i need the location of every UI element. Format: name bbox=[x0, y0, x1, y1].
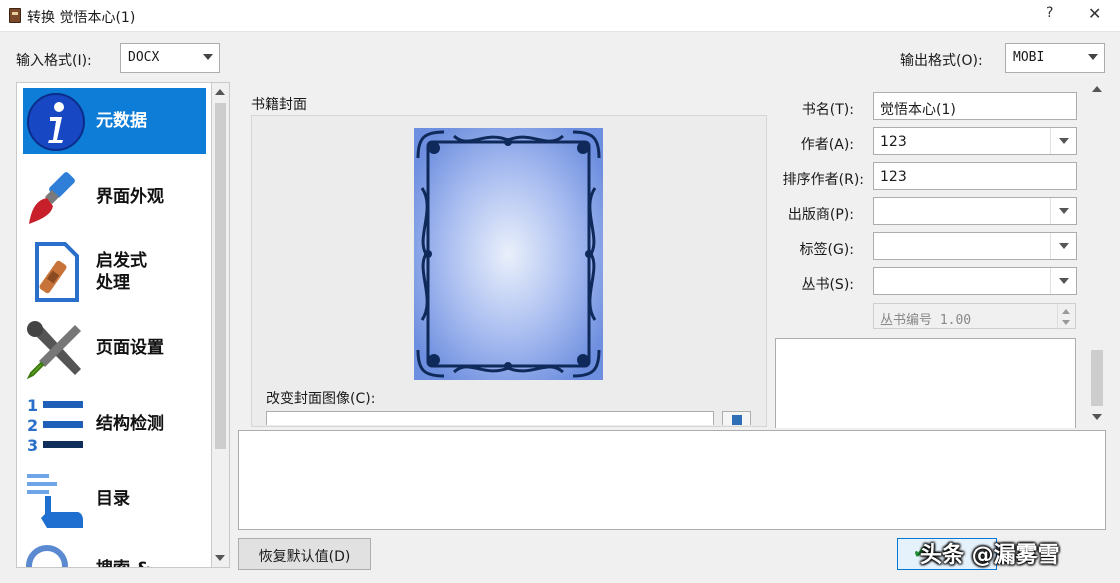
sidebar-item-structure[interactable]: 1 2 3 结构检测 bbox=[17, 391, 211, 457]
sidebar-item-label: 元数据 bbox=[96, 111, 147, 131]
sidebar-item-heuristics[interactable]: 启发式 处理 bbox=[17, 238, 211, 318]
tags-dropdown[interactable] bbox=[1050, 233, 1076, 259]
author-label: 作者(A): bbox=[800, 137, 854, 153]
author-value: 123 bbox=[880, 134, 907, 150]
search-icon bbox=[26, 545, 68, 567]
scroll-down-icon[interactable] bbox=[1092, 414, 1102, 420]
help-icon[interactable]: ? bbox=[1046, 5, 1053, 21]
paintbrush-icon bbox=[29, 172, 75, 224]
series-dropdown[interactable] bbox=[1050, 268, 1076, 294]
document-bandage-icon bbox=[35, 242, 79, 302]
info-icon bbox=[27, 93, 85, 151]
output-format-label: 输出格式(O): bbox=[900, 53, 983, 69]
restore-defaults-button[interactable]: 恢复默认值(D) bbox=[238, 538, 371, 570]
content-scrollbar[interactable] bbox=[1088, 82, 1106, 428]
scroll-thumb[interactable] bbox=[1091, 350, 1103, 406]
close-icon[interactable]: ✕ bbox=[1088, 4, 1101, 23]
sidebar-item-label: 目录 bbox=[96, 489, 130, 509]
numbered-list-icon: 1 2 3 bbox=[27, 396, 83, 455]
output-format-select[interactable]: MOBI bbox=[1005, 43, 1105, 73]
series-index-spinbox[interactable]: 丛书编号 1.00 bbox=[873, 303, 1076, 330]
sidebar-item-label: 界面外观 bbox=[96, 187, 164, 207]
scroll-down-icon[interactable] bbox=[215, 555, 225, 561]
scroll-up-icon[interactable] bbox=[215, 89, 225, 95]
sidebar-item-look-feel[interactable]: 界面外观 bbox=[17, 164, 211, 230]
publisher-field[interactable] bbox=[873, 197, 1077, 225]
help-text-area bbox=[238, 430, 1106, 530]
spin-arrows-icon[interactable] bbox=[1057, 304, 1075, 330]
chevron-down-icon bbox=[1059, 208, 1069, 214]
sidebar-item-page-setup[interactable]: 页面设置 bbox=[17, 315, 211, 381]
sidebar-item-label: 搜索 & bbox=[96, 558, 151, 567]
series-index-value: 丛书编号 1.00 bbox=[880, 313, 972, 328]
sidebar-item-label: 启发式 处理 bbox=[96, 251, 147, 293]
publisher-label: 出版商(P): bbox=[787, 207, 854, 223]
sidebar-item-label: 结构检测 bbox=[96, 414, 164, 434]
pointer-hand-icon bbox=[27, 474, 83, 528]
input-format-label: 输入格式(I): bbox=[16, 53, 92, 69]
sidebar-item-label: 页面设置 bbox=[96, 338, 164, 358]
svg-text:2: 2 bbox=[27, 416, 38, 435]
author-sort-value: 123 bbox=[880, 169, 907, 185]
tools-icon bbox=[26, 321, 81, 379]
scroll-up-icon[interactable] bbox=[1092, 86, 1102, 92]
change-cover-label: 改变封面图像(C): bbox=[266, 391, 376, 407]
cover-path-input[interactable] bbox=[266, 411, 714, 425]
tags-label: 标签(G): bbox=[799, 242, 855, 258]
author-sort-field[interactable]: 123 bbox=[873, 162, 1077, 190]
chevron-down-icon bbox=[1059, 278, 1069, 284]
svg-text:3: 3 bbox=[27, 436, 38, 455]
chevron-down-icon bbox=[1088, 54, 1098, 60]
calibre-app-icon bbox=[9, 8, 21, 23]
series-label: 丛书(S): bbox=[801, 277, 854, 293]
sidebar-scrollbar[interactable] bbox=[212, 82, 230, 568]
output-format-value: MOBI bbox=[1013, 50, 1045, 65]
scroll-thumb[interactable] bbox=[215, 103, 226, 449]
chevron-down-icon bbox=[203, 54, 213, 60]
input-format-value: DOCX bbox=[128, 50, 160, 65]
title-label: 书名(T): bbox=[801, 102, 854, 118]
chevron-down-icon bbox=[1059, 243, 1069, 249]
series-field[interactable] bbox=[873, 267, 1077, 295]
sidebar-item-toc[interactable]: 目录 bbox=[17, 466, 211, 532]
window-title: 转换 觉悟本心(1) bbox=[27, 10, 136, 26]
author-sort-label: 排序作者(R): bbox=[782, 172, 864, 188]
comments-editor[interactable] bbox=[775, 338, 1076, 428]
title-bar: 转换 觉悟本心(1) ? ✕ bbox=[0, 0, 1120, 32]
author-dropdown[interactable] bbox=[1050, 128, 1076, 154]
svg-text:1: 1 bbox=[27, 396, 38, 415]
input-format-select[interactable]: DOCX bbox=[120, 43, 220, 73]
title-value: 觉悟本心(1) bbox=[880, 102, 956, 118]
cover-group-label: 书籍封面 bbox=[251, 97, 307, 113]
sidebar-item-metadata[interactable]: 元数据 bbox=[23, 88, 206, 154]
browse-cover-button[interactable] bbox=[722, 411, 751, 425]
sidebar: 元数据 界面外观 启发式 处理 页面设置 1 2 3 结构检测 目录 bbox=[16, 82, 212, 568]
title-field[interactable]: 觉悟本心(1) bbox=[873, 92, 1077, 120]
tags-field[interactable] bbox=[873, 232, 1077, 260]
sidebar-item-search-replace[interactable]: 搜索 & bbox=[17, 538, 211, 567]
author-field[interactable]: 123 bbox=[873, 127, 1077, 155]
cover-image[interactable] bbox=[414, 128, 603, 380]
chevron-down-icon bbox=[1059, 138, 1069, 144]
publisher-dropdown[interactable] bbox=[1050, 198, 1076, 224]
watermark: 头条 @漏雾雪 bbox=[920, 543, 1060, 568]
